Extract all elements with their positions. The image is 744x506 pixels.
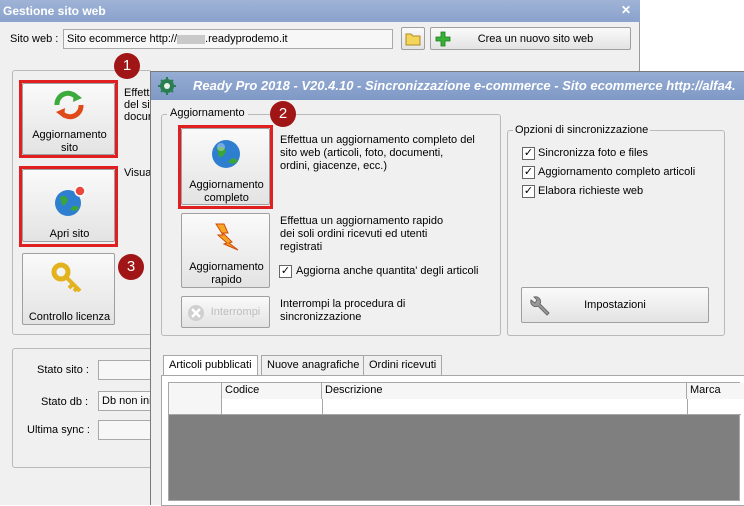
- update-quantity-checkbox[interactable]: ✓: [279, 265, 292, 278]
- column-marca[interactable]: Marca: [687, 383, 744, 399]
- sync-photos-checkbox[interactable]: ✓: [522, 147, 535, 160]
- key-icon: [51, 262, 85, 296]
- sync-photos-label: Sincronizza foto e files: [538, 147, 649, 159]
- stop-description: Interrompi la procedura di sincronizzazi…: [280, 298, 406, 323]
- site-label: Sito web :: [10, 33, 59, 45]
- tab-panel: Articoli pubblicati Nuove anagrafiche Or…: [161, 355, 744, 506]
- license-button[interactable]: Controllo licenza: [22, 253, 115, 325]
- db-status-field: Db non iniz: [98, 391, 158, 411]
- wrench-icon: [528, 295, 550, 317]
- tab-articles[interactable]: Articoli pubblicati: [163, 355, 258, 375]
- quick-update-label-2: rapido: [211, 274, 242, 286]
- quick-update-description: Effettua un aggiornamento rapido dei sol…: [280, 215, 444, 253]
- site-domain: .readyprodemo.it: [205, 33, 288, 45]
- highlight-update-site: [19, 80, 118, 158]
- last-sync-field: [98, 420, 158, 440]
- full-update-description: Effettua un aggiornamento completo del s…: [280, 134, 475, 172]
- app-icon: [157, 76, 177, 96]
- close-icon[interactable]: ✕: [621, 3, 631, 17]
- blurred-text: [177, 34, 206, 44]
- last-sync-label: Ultima sync :: [27, 424, 90, 436]
- settings-label: Impostazioni: [584, 299, 646, 311]
- step-badge-1: 1: [114, 53, 140, 79]
- stop-button[interactable]: Interrompi: [181, 296, 270, 328]
- highlight-open-site: [19, 166, 118, 247]
- site-field[interactable]: Sito ecommerce http:// .readyprodemo.it: [63, 29, 393, 49]
- column-descrizione[interactable]: Descrizione: [322, 383, 687, 399]
- new-site-button[interactable]: Crea un nuovo sito web: [430, 27, 631, 50]
- sync-window-title: Ready Pro 2018 - V20.4.10 - Sincronizzaz…: [151, 72, 744, 100]
- grid-indicator-header: [169, 383, 222, 399]
- grid-body: Codice Descrizione Marca: [168, 382, 744, 501]
- site-status-field: [98, 360, 158, 380]
- tab-orders[interactable]: Ordini ricevuti: [363, 355, 443, 375]
- web-requests-label: Elabora richieste web: [538, 185, 644, 197]
- column-codice[interactable]: Codice: [222, 383, 322, 399]
- cell-divider: [322, 399, 323, 414]
- db-status-label: Stato db :: [41, 396, 89, 408]
- cell-divider: [687, 399, 688, 414]
- grid: Codice Descrizione Marca: [161, 375, 744, 506]
- update-quantity-label: Aggiorna anche quantita' degli articoli: [296, 265, 479, 277]
- stop-icon: [187, 304, 205, 322]
- sync-options-title: Opzioni di sincronizzazione: [513, 124, 651, 136]
- step-badge-3: 3: [118, 254, 144, 280]
- folder-button[interactable]: [401, 27, 425, 50]
- new-site-label: Crea un nuovo sito web: [477, 33, 594, 45]
- site-value: Sito ecommerce http://: [67, 33, 178, 45]
- site-status-label: Stato sito :: [37, 364, 89, 376]
- full-articles-label: Aggiornamento completo articoli: [538, 166, 696, 178]
- folder-icon: [405, 33, 421, 46]
- grid-header: Codice Descrizione Marca: [169, 383, 744, 399]
- tab-new-contacts[interactable]: Nuove anagrafiche: [261, 355, 366, 375]
- web-requests-checkbox[interactable]: ✓: [522, 185, 535, 198]
- quick-update-label-1: Aggiornamento: [189, 261, 264, 273]
- quick-update-button[interactable]: Aggiornamento rapido: [181, 213, 270, 288]
- sync-window: Ready Pro 2018 - V20.4.10 - Sincronizzaz…: [150, 71, 744, 506]
- highlight-full-update: [178, 125, 273, 209]
- settings-button[interactable]: Impostazioni: [521, 287, 709, 323]
- table-row[interactable]: [169, 399, 741, 415]
- back-window-title: Gestione sito web: [0, 0, 640, 22]
- full-articles-checkbox[interactable]: ✓: [522, 166, 535, 179]
- update-group-title: Aggiornamento: [167, 107, 248, 119]
- row-indicator: [169, 399, 222, 414]
- plus-icon: [435, 31, 451, 47]
- step-badge-2: 2: [270, 101, 296, 127]
- license-label: Controllo licenza: [28, 311, 111, 323]
- lightning-icon: [212, 222, 242, 252]
